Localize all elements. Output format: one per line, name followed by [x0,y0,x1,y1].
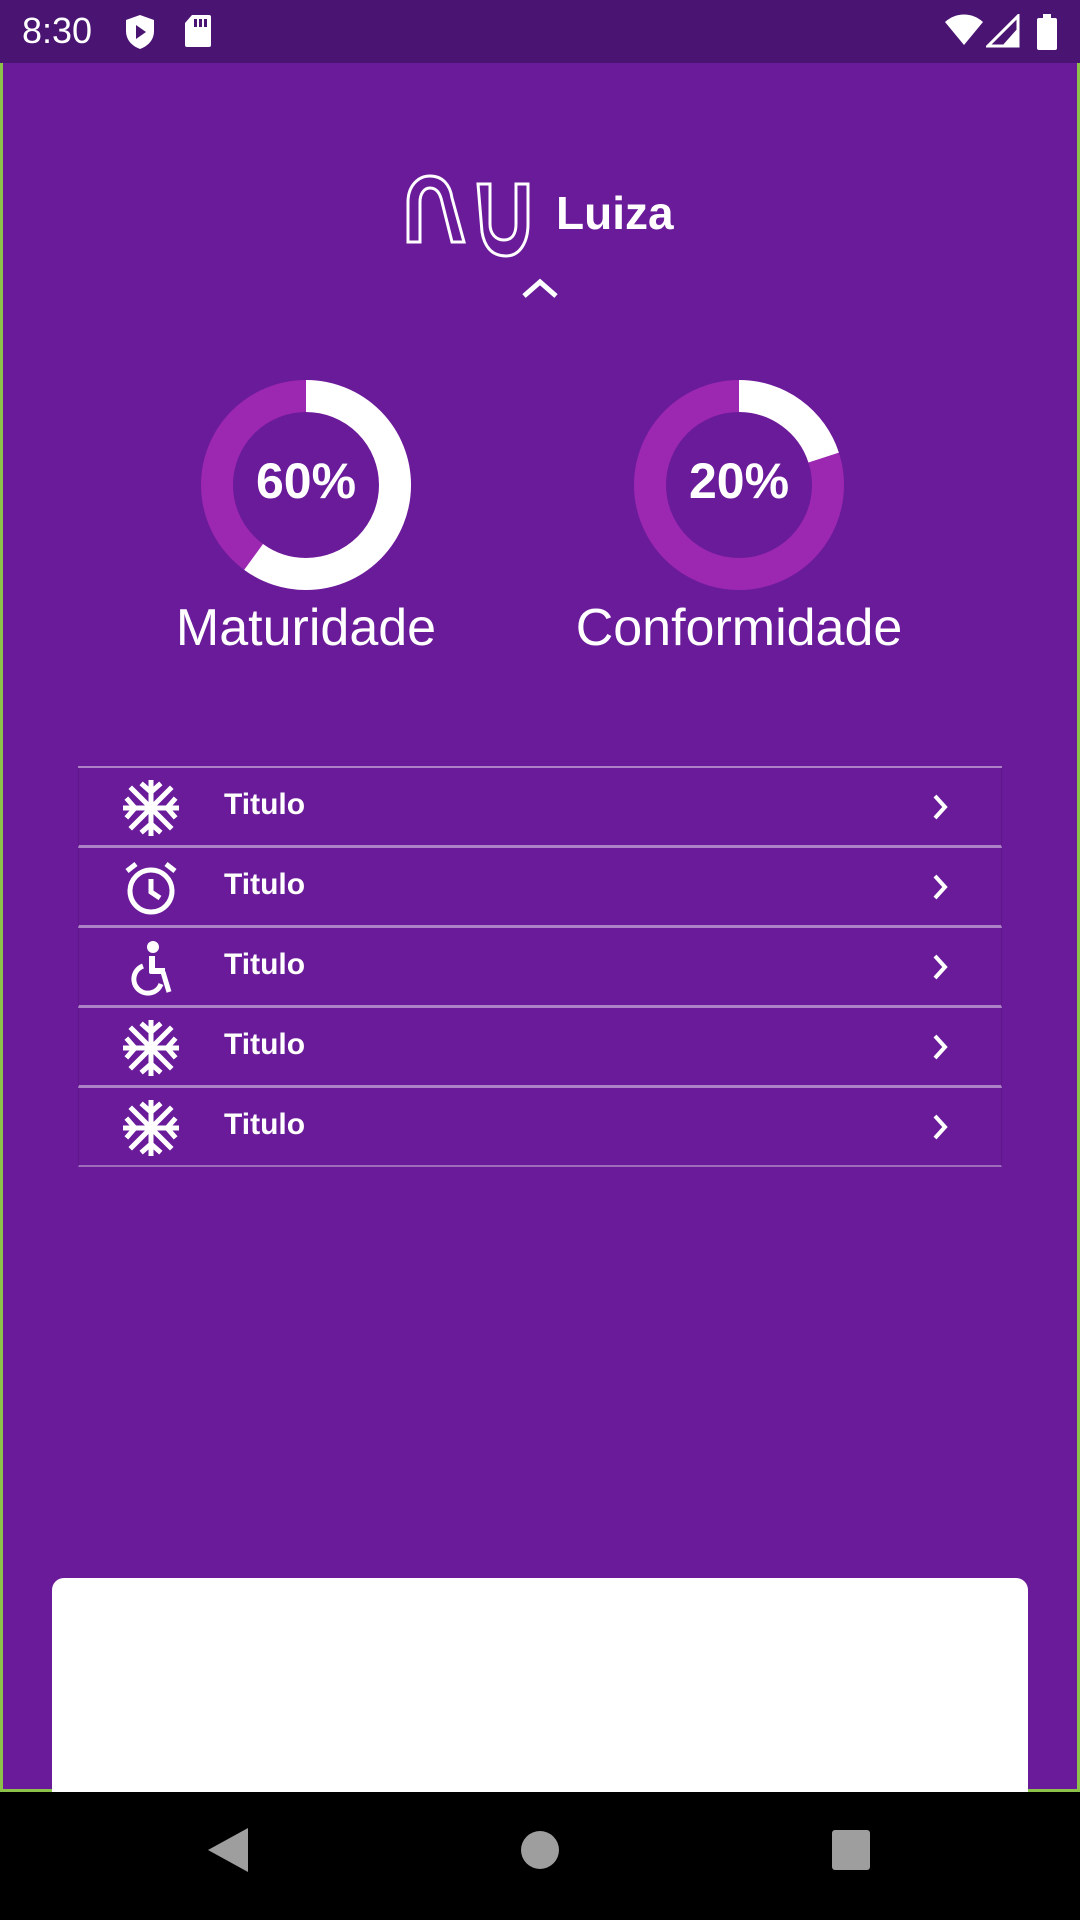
battery-icon [1037,14,1057,50]
list-item-label: Titulo [224,1028,306,1061]
accessibility-icon [131,941,172,996]
list-item-label: Titulo [224,948,306,981]
list-item-label: Titulo [224,868,306,901]
chevron-right-icon [933,954,948,980]
recents-icon[interactable] [830,1824,872,1876]
maturidade-gauge: 60% Maturidade [96,370,516,670]
conformidade-label: Conformidade [575,599,903,657]
user-name: Luiza [556,187,674,239]
list-item[interactable]: Titulo [78,848,1002,928]
status-time: 8:30 [22,10,93,51]
account-header[interactable]: Luiza [0,160,1080,310]
snowflake-icon [123,780,179,836]
list-item[interactable]: Titulo [78,1088,1002,1167]
list-item-label: Titulo [224,788,306,821]
chevron-right-icon [933,794,948,820]
maturidade-percent: 60% [255,453,357,509]
chevron-right-icon [933,1114,948,1140]
alarm-clock-icon [125,862,177,915]
nu-logo-icon [406,174,530,258]
list-item-label: Titulo [224,1108,306,1141]
chevron-right-icon [933,1034,948,1060]
shield-icon [126,15,154,49]
menu-list: Titulo Titulo Titulo Titulo Titulo [78,766,1002,1167]
list-item[interactable]: Titulo [78,928,1002,1008]
status-bar: 8:30 [0,0,1080,63]
sd-card-icon [185,15,211,47]
app-screen: 8:30 Luiza 60% Maturidade 20% Conformida… [0,0,1080,1792]
maturidade-label: Maturidade [175,599,437,657]
chevron-up-icon[interactable] [520,276,560,300]
snowflake-icon [123,1100,179,1156]
snowflake-icon [123,1020,179,1076]
wifi-icon [945,14,983,45]
home-icon[interactable] [520,1824,560,1876]
chevron-right-icon [933,874,948,900]
conformidade-gauge: 20% Conformidade [529,370,949,670]
back-icon[interactable] [204,1824,252,1876]
bottom-card[interactable] [52,1578,1028,1792]
list-item[interactable]: Titulo [78,768,1002,848]
navigation-bar [0,1792,1080,1920]
list-item[interactable]: Titulo [78,1008,1002,1088]
signal-icon [986,14,1020,48]
conformidade-percent: 20% [688,453,790,509]
